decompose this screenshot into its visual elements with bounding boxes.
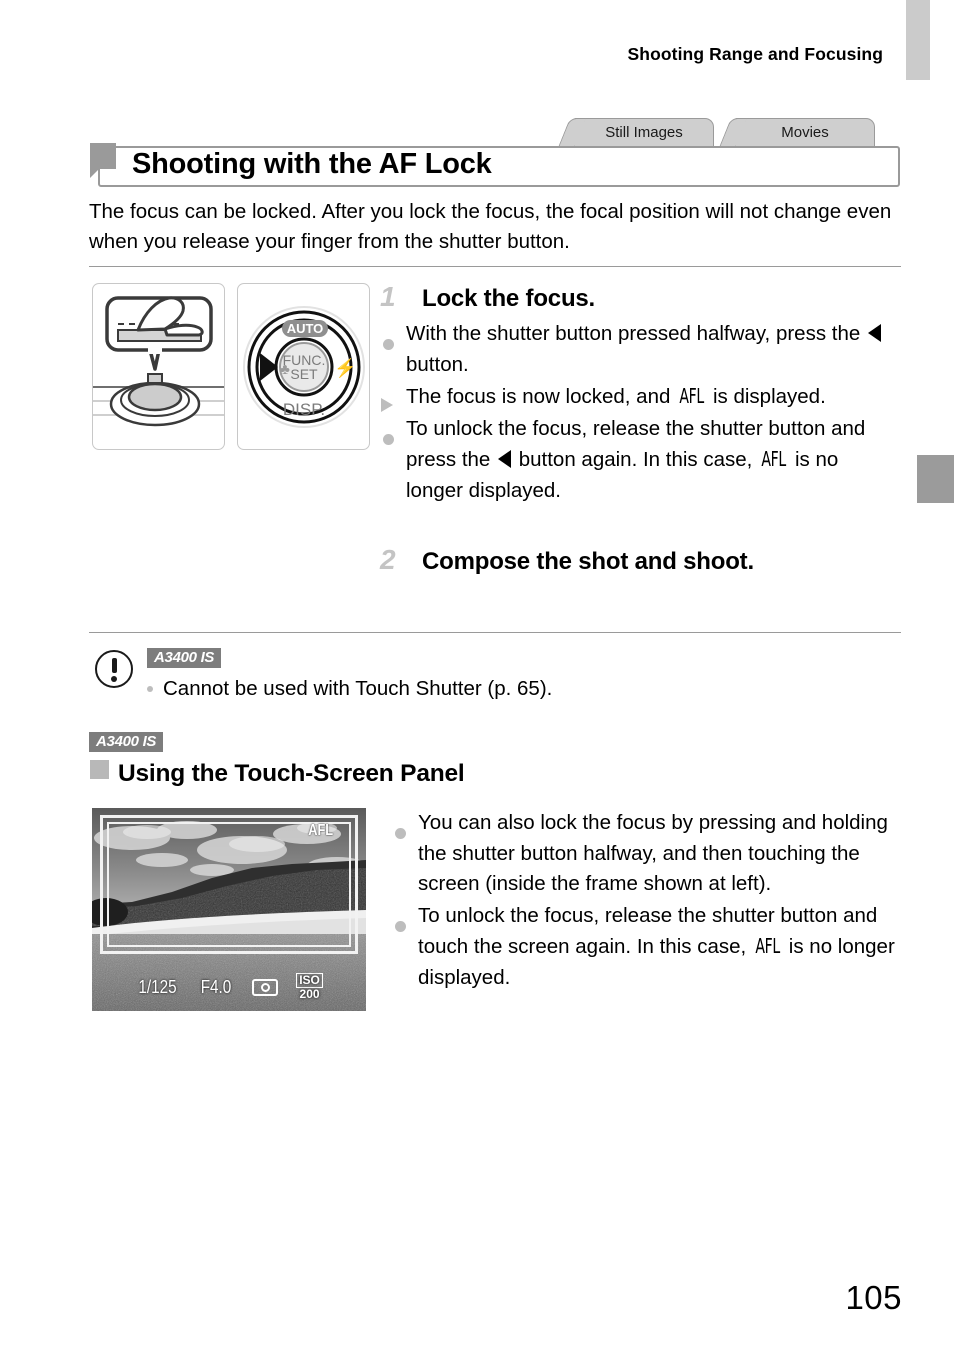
- lcd-info-bar: 1/125 F4.0 ISO 200: [92, 973, 366, 1001]
- metering-mode-icon: [252, 978, 279, 996]
- index-tab-upper: [906, 0, 930, 80]
- bullet-text: You can also lock the focus by pressing …: [418, 811, 888, 895]
- bullet-text: With the shutter button pressed halfway,…: [406, 319, 900, 380]
- page-title: Shooting with the AF Lock: [132, 148, 492, 180]
- subsection-marker-icon: [90, 760, 109, 779]
- running-header-title: Shooting Range and Focusing: [627, 44, 883, 64]
- step-1-number: 1: [380, 281, 396, 312]
- section-title-marker-icon: [90, 143, 116, 178]
- afl-indicator-glyph: AFL: [755, 934, 780, 958]
- page-number: 105: [845, 1279, 902, 1316]
- control-dial-illustration: AUTO FUNC. SET DISP. ♣ ⚡: [237, 283, 371, 450]
- caution-text: Cannot be used with Touch Shutter (p. 65…: [163, 677, 553, 700]
- lcd-screen-illustration: AFL 1/125 F4.0 ISO 200: [92, 808, 366, 1011]
- bullet-dot-icon: [392, 809, 418, 901]
- bullet-triangle-icon: [380, 382, 406, 414]
- step-2-number: 2: [380, 544, 396, 575]
- caution-exclamation-icon: [95, 650, 133, 688]
- step-1: 1 Lock the focus. With the shutter butto…: [380, 283, 900, 506]
- touch-panel-bullets: You can also lock the focus by pressing …: [392, 808, 904, 994]
- afl-indicator-glyph: AFL: [761, 447, 786, 471]
- step-1-bullets: With the shutter button pressed halfway,…: [380, 319, 900, 506]
- bullet-row: The focus is now locked, and AFL is disp…: [380, 381, 900, 413]
- divider-above-caution: [89, 632, 901, 633]
- step-1-title: Lock the focus.: [422, 285, 596, 312]
- intro-paragraph: The focus can be locked. After you lock …: [89, 200, 892, 253]
- shutter-button-illustration: [92, 283, 225, 450]
- lcd-focus-frame-inner: [107, 822, 351, 947]
- caution-bullet-row: Cannot be used with Touch Shutter (p. 65…: [147, 674, 552, 704]
- svg-text:♣: ♣: [280, 361, 290, 378]
- tab-movies[interactable]: Movies: [735, 118, 875, 146]
- step-list: 1 Lock the focus. With the shutter butto…: [380, 283, 900, 582]
- illustration-group: AUTO FUNC. SET DISP. ♣ ⚡: [92, 283, 371, 450]
- step-2: 2 Compose the shot and shoot.: [380, 546, 900, 576]
- svg-text:AUTO: AUTO: [287, 321, 324, 336]
- lcd-aperture: F4.0: [200, 976, 232, 997]
- bullet-row: With the shutter button pressed halfway,…: [380, 319, 900, 380]
- lcd-iso-value: 200: [299, 987, 320, 1001]
- caution-model-badge-wrap: A3400 IS: [147, 648, 222, 668]
- bullet-row: You can also lock the focus by pressing …: [392, 808, 904, 900]
- tab-still-images[interactable]: Still Images: [574, 118, 714, 146]
- svg-text:DISP.: DISP.: [283, 400, 325, 419]
- lcd-afl-indicator: AFL: [308, 822, 333, 839]
- lcd-iso-readout: ISO 200: [296, 973, 323, 1001]
- mode-tab-group: Still Images Movies: [530, 118, 900, 146]
- step-2-title: Compose the shot and shoot.: [422, 548, 754, 575]
- arrow-left-button-icon: [867, 324, 881, 342]
- subsection-title: Using the Touch-Screen Panel: [118, 760, 465, 787]
- bullet-dot-icon: [380, 415, 406, 508]
- divider-above-steps: [89, 266, 901, 267]
- bullet-text: To unlock the focus, release the shutter…: [406, 416, 866, 502]
- svg-text:⚡: ⚡: [334, 357, 356, 379]
- bullet-dot-icon: [380, 320, 406, 381]
- step-2-heading: 2 Compose the shot and shoot.: [380, 546, 900, 576]
- bullet-text: To unlock the focus, release the shutter…: [418, 903, 895, 989]
- lcd-iso-label: ISO: [296, 973, 323, 988]
- bullet-dot-icon: [147, 686, 153, 692]
- bullet-text: The focus is now locked, and AFL is disp…: [406, 381, 900, 413]
- afl-indicator-glyph: AFL: [679, 384, 705, 408]
- lcd-shutter-speed: 1/125: [138, 976, 177, 997]
- subsection-model-badge-wrap: A3400 IS: [89, 732, 164, 752]
- bullet-row: To unlock the focus, release the shutter…: [392, 901, 904, 994]
- model-badge-a3400is-subsection: A3400 IS: [89, 732, 164, 752]
- svg-text:SET: SET: [291, 366, 319, 382]
- step-1-heading: 1 Lock the focus.: [380, 283, 900, 313]
- arrow-left-button-icon: [498, 450, 512, 468]
- model-badge-a3400is: A3400 IS: [147, 648, 222, 668]
- bullet-row: To unlock the focus, release the shutter…: [380, 414, 900, 507]
- bullet-dot-icon: [392, 902, 418, 995]
- index-tab-current: [917, 455, 954, 503]
